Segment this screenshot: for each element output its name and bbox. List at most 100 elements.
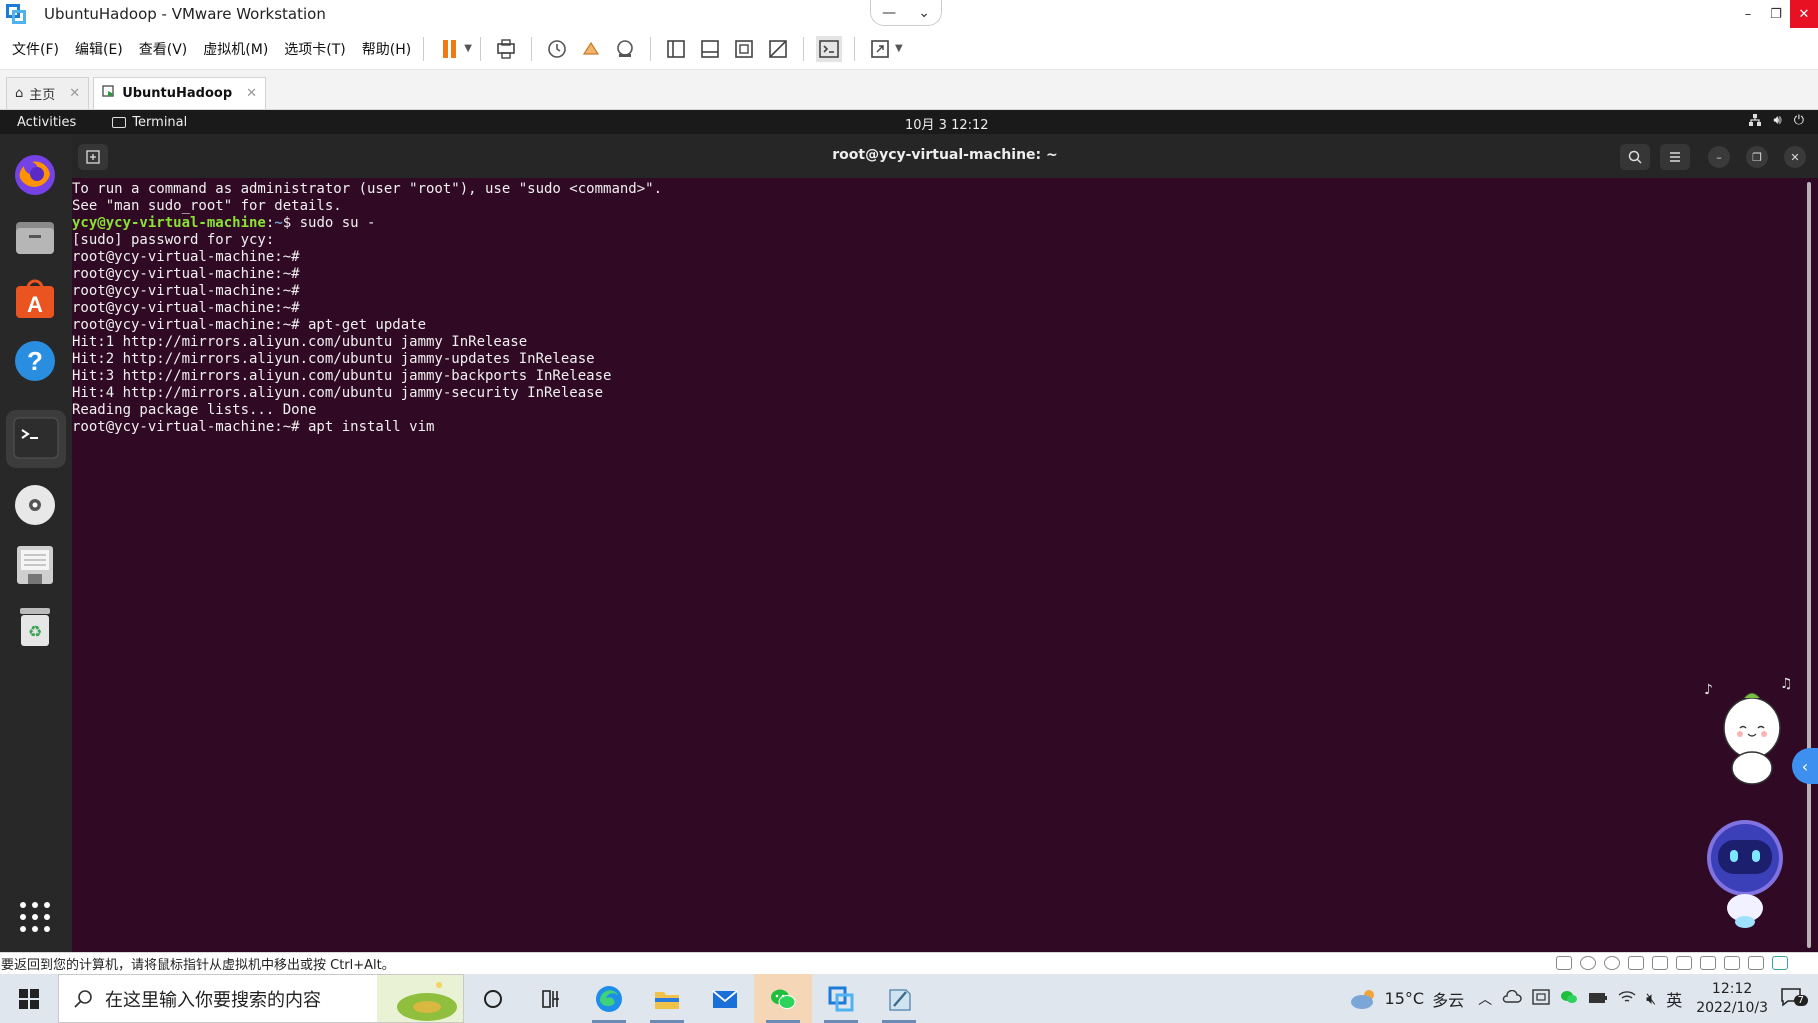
trash-icon[interactable]: ♻ (12, 604, 58, 650)
help-icon[interactable]: ? (12, 338, 58, 384)
weather-cloudy-icon[interactable] (1349, 987, 1379, 1011)
terminal-close-button[interactable]: ✕ (1784, 146, 1806, 168)
show-apps-icon[interactable] (12, 894, 58, 940)
taskbar-file-explorer[interactable] (638, 974, 696, 1023)
stretch-guest-icon[interactable] (867, 36, 893, 62)
console-view-icon[interactable] (815, 35, 842, 62)
fullscreen-toolbar-handle[interactable]: — ⌄ (870, 0, 942, 26)
app-menu[interactable]: Terminal (112, 115, 187, 130)
hdd-icon[interactable] (1556, 956, 1572, 970)
thumbnail-bar-icon[interactable] (697, 36, 723, 62)
full-screen-icon[interactable] (731, 36, 757, 62)
taskbar-search-box[interactable]: 在这里输入你要搜索的内容 (58, 974, 464, 1023)
task-view-button[interactable] (522, 974, 580, 1023)
close-tab-icon[interactable]: ✕ (246, 86, 257, 101)
restore-button[interactable]: ❐ (1762, 0, 1790, 28)
files-icon[interactable] (12, 214, 58, 260)
minimize-button[interactable]: – (1734, 0, 1762, 28)
folder-icon (655, 991, 679, 1009)
terminal-line: To run a command as administrator (user … (72, 181, 663, 197)
taskbar-edge[interactable] (580, 974, 638, 1023)
message-icon[interactable] (1772, 956, 1788, 970)
terminal-line: [sudo] password for ycy: (72, 232, 275, 248)
device-icons (1556, 956, 1788, 970)
wechat-icon (771, 989, 796, 1009)
vmware-statusbar: 要返回到您的计算机，请将鼠标指针从虚拟机中移出或按 Ctrl+Alt。 (0, 952, 1818, 974)
terminal-search-button[interactable] (1620, 144, 1650, 170)
chevron-down-icon[interactable]: ⌄ (918, 5, 930, 21)
volume-muted-icon[interactable]: 🔇︎ (1646, 989, 1656, 1009)
wechat-tray-icon[interactable] (1560, 989, 1578, 1009)
taskbar-wechat[interactable] (754, 974, 812, 1023)
terminal-output[interactable]: To run a command as administrator (user … (72, 178, 1802, 952)
cd-icon[interactable] (1580, 956, 1596, 970)
chevron-up-icon[interactable]: ︿ (1478, 989, 1492, 1009)
pause-dropdown-icon[interactable]: ▼ (464, 43, 472, 54)
mascot-sticker-icon[interactable]: ♪ ♫ (1700, 670, 1800, 790)
edge-icon (596, 985, 622, 1012)
cortana-button[interactable] (464, 974, 522, 1023)
input-panel-icon[interactable] (1532, 988, 1550, 1009)
status-message: 要返回到您的计算机，请将鼠标指针从虚拟机中移出或按 Ctrl+Alt。 (1, 958, 395, 973)
firefox-icon[interactable] (12, 152, 58, 198)
send-ctrl-alt-del-icon[interactable] (493, 36, 519, 62)
action-center-icon[interactable]: 7 (1780, 987, 1808, 1011)
minimize-toolbar-icon[interactable]: — (882, 5, 896, 21)
menu-tabs[interactable]: 选项卡(T) (284, 39, 345, 59)
disc-icon[interactable] (12, 482, 58, 528)
onedrive-cloud-icon[interactable] (1502, 989, 1522, 1008)
display-icon[interactable] (1748, 956, 1764, 970)
menu-vm[interactable]: 虚拟机(M) (203, 39, 268, 59)
terminal-icon[interactable] (6, 410, 66, 468)
unity-mode-icon[interactable] (765, 36, 791, 62)
cd2-icon[interactable] (1604, 956, 1620, 970)
taskbar-clock[interactable]: 12:12 2022/10/3 (1696, 980, 1768, 1018)
floppy-device-icon[interactable] (1628, 956, 1644, 970)
input-method-indicator[interactable]: 英 (1666, 987, 1682, 1011)
robot-assistant-icon[interactable] (1690, 810, 1800, 930)
taskbar-mail[interactable] (696, 974, 754, 1023)
menu-file[interactable]: 文件(F) (12, 39, 59, 59)
weather-description[interactable]: 多云 (1432, 987, 1464, 1011)
weather-temperature[interactable]: 15°C (1385, 989, 1425, 1008)
app-menu-label: Terminal (132, 114, 188, 130)
floppy-icon[interactable] (12, 542, 58, 588)
close-tab-icon[interactable]: ✕ (69, 86, 80, 101)
notification-badge: 7 (1793, 994, 1808, 1006)
terminal-minimize-button[interactable]: – (1708, 146, 1730, 168)
menu-view[interactable]: 查看(V) (139, 39, 188, 59)
printer-icon[interactable] (1676, 956, 1692, 970)
tab-ubuntuhadoop-label: UbuntuHadoop (122, 86, 233, 101)
terminal-line: root@ycy-virtual-machine:~# apt-get upda… (72, 317, 427, 333)
ubuntu-clock[interactable]: 10月 3 12:12 (905, 114, 989, 133)
sound-card-icon[interactable] (1700, 956, 1716, 970)
network-adapter-icon[interactable] (1652, 956, 1668, 970)
battery-icon[interactable] (1588, 989, 1608, 1008)
activities-button[interactable]: Activities (17, 115, 76, 130)
pause-icon[interactable] (436, 36, 462, 62)
close-button[interactable]: ✕ (1790, 0, 1818, 28)
terminal-maximize-button[interactable]: ❐ (1746, 146, 1768, 168)
taskbar-vmware[interactable] (812, 974, 870, 1023)
system-menu[interactable]: 🔊︎ ⏻ (1748, 113, 1804, 131)
taskbar-notepad[interactable] (870, 974, 928, 1023)
terminal-title: root@ycy-virtual-machine: ~ (832, 147, 1058, 163)
start-button[interactable] (0, 974, 58, 1023)
terminal-menu-button[interactable] (1660, 144, 1690, 170)
tab-ubuntuhadoop[interactable]: UbuntuHadoop ✕ (93, 77, 267, 109)
system-tray: 15°C 多云 ︿ 🔇︎ 英 12:12 2022/10/3 7 (1349, 974, 1818, 1023)
show-library-icon[interactable] (663, 36, 689, 62)
menu-edit[interactable]: 编辑(E) (75, 39, 123, 59)
tab-home[interactable]: ⌂ 主页 ✕ (6, 77, 90, 109)
snapshot-manager-icon[interactable] (612, 36, 638, 62)
wifi-icon[interactable] (1618, 989, 1636, 1008)
revert-snapshot-icon[interactable] (578, 36, 604, 62)
terminal-scrollbar[interactable] (1802, 178, 1818, 952)
app-center-icon[interactable]: A (12, 276, 58, 322)
vmware-tabbar: ⌂ 主页 ✕ UbuntuHadoop ✕ (0, 70, 1818, 110)
menu-help[interactable]: 帮助(H) (362, 39, 411, 59)
usb-icon[interactable] (1724, 956, 1740, 970)
scrollbar-thumb[interactable] (1807, 182, 1811, 948)
snapshot-icon[interactable] (544, 36, 570, 62)
stretch-dropdown-icon[interactable]: ▼ (895, 43, 903, 54)
